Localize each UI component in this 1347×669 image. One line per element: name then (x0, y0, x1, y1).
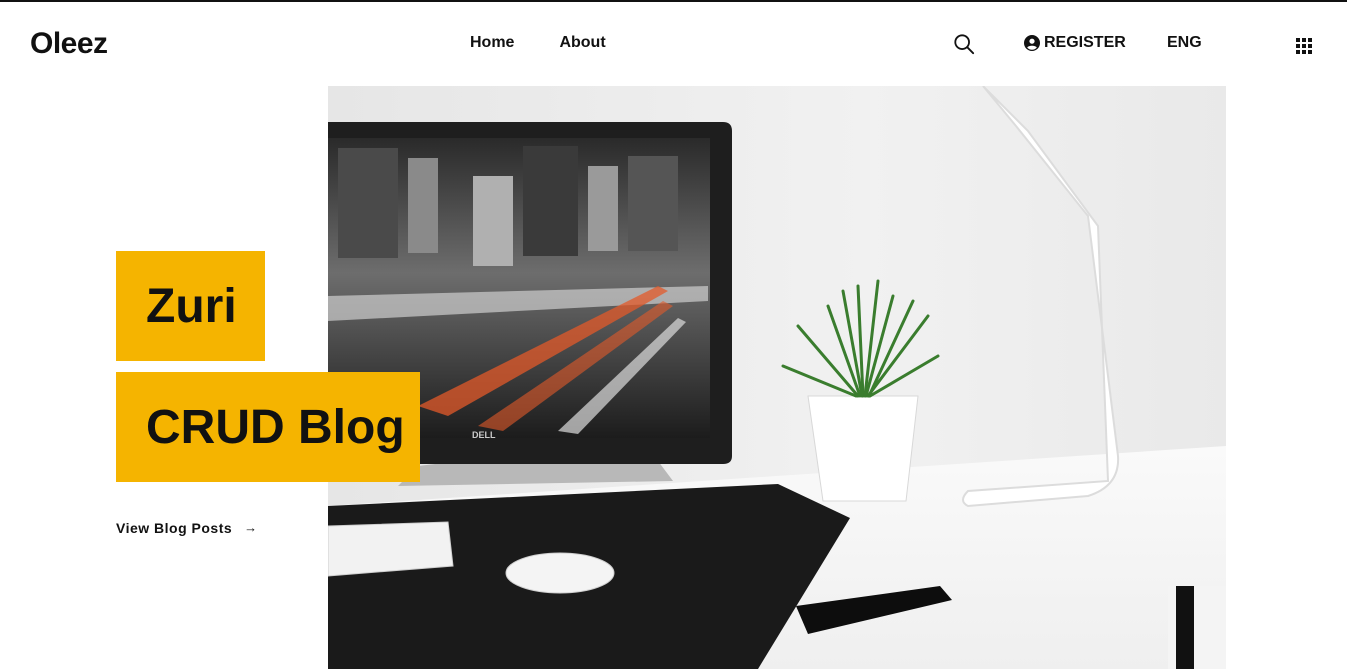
hero-title-line-2: CRUD Blog (116, 372, 420, 482)
desk-workspace-photo: DELL (328, 86, 1226, 669)
view-blog-posts-link[interactable]: View Blog Posts → (116, 520, 258, 536)
language-selector[interactable]: ENG (1167, 34, 1202, 52)
grid-menu-icon[interactable] (1296, 38, 1312, 54)
svg-text:DELL: DELL (472, 430, 496, 440)
site-logo[interactable]: Oleez (30, 27, 108, 61)
site-header: Oleez Home About REGISTER ENG (0, 2, 1347, 86)
search-icon[interactable] (953, 33, 975, 55)
hero-title-line-1: Zuri (116, 251, 265, 361)
hero-image: DELL (328, 86, 1226, 669)
main-nav: Home About (463, 34, 606, 52)
register-link[interactable]: REGISTER (1024, 34, 1126, 52)
arrow-right-icon: → (244, 520, 258, 535)
nav-item-about[interactable]: About (559, 34, 605, 52)
register-label: REGISTER (1044, 34, 1126, 51)
user-circle-icon (1024, 35, 1040, 51)
cta-label: View Blog Posts (116, 520, 233, 536)
hero-title-text-1: Zuri (146, 279, 237, 333)
hero-title-text-2: CRUD Blog (146, 400, 405, 454)
nav-item-home[interactable]: Home (463, 34, 517, 52)
